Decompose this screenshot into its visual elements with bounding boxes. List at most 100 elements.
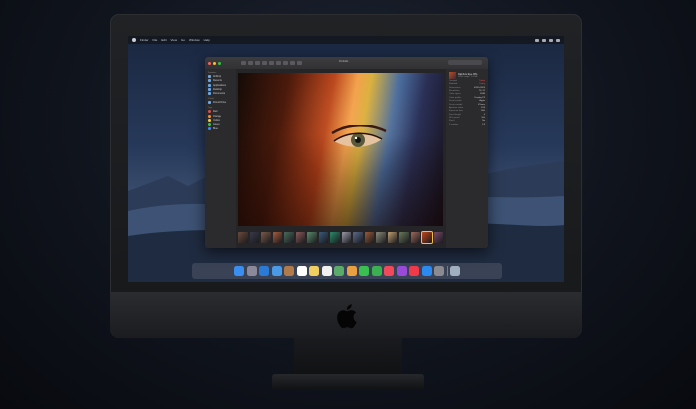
airdrop-icon bbox=[208, 75, 211, 79]
filmstrip-thumbnail[interactable] bbox=[387, 231, 397, 243]
reminders-icon[interactable] bbox=[321, 266, 332, 276]
share-button[interactable] bbox=[290, 61, 295, 65]
menu-view[interactable]: View bbox=[171, 38, 177, 42]
desktop-screen: Finder File Edit View Go Window Help Por… bbox=[128, 36, 564, 282]
apple-menu-icon[interactable] bbox=[132, 38, 136, 42]
filmstrip-thumbnail[interactable] bbox=[364, 231, 374, 243]
finder-icon[interactable] bbox=[234, 266, 244, 276]
filmstrip-thumbnail[interactable] bbox=[272, 231, 282, 243]
news-icon[interactable] bbox=[409, 266, 419, 276]
menu-window[interactable]: Window bbox=[189, 38, 200, 42]
forward-button[interactable] bbox=[248, 61, 253, 65]
group-button[interactable] bbox=[283, 61, 288, 65]
app-store-icon[interactable] bbox=[421, 266, 432, 276]
filmstrip-thumbnail[interactable] bbox=[295, 231, 305, 243]
filmstrip-thumbnail[interactable] bbox=[261, 231, 271, 243]
file-kind-size: JPEG image - 1.6 MB bbox=[458, 75, 478, 78]
metadata-key: Flash bbox=[449, 120, 455, 123]
metadata-row: Flash No bbox=[449, 120, 485, 123]
mail-icon[interactable] bbox=[271, 266, 282, 276]
filmstrip-thumbnail[interactable] bbox=[399, 231, 409, 243]
contacts-icon[interactable] bbox=[284, 266, 294, 276]
info-header: Rainbow Eye.JPG JPEG image - 1.6 MB bbox=[449, 72, 488, 79]
filmstrip-thumbnail[interactable] bbox=[410, 231, 420, 243]
menu-help[interactable]: Help bbox=[204, 38, 210, 42]
sidebar-header-icloud: iCloud bbox=[208, 97, 214, 100]
filmstrip-thumbnail[interactable] bbox=[433, 231, 443, 243]
view-columns-button[interactable] bbox=[269, 61, 274, 65]
back-button[interactable] bbox=[241, 61, 246, 65]
zoom-button[interactable] bbox=[218, 61, 221, 65]
menu-app-name[interactable]: Finder bbox=[140, 38, 149, 42]
safari-icon[interactable] bbox=[259, 266, 269, 276]
metadata-row: Created Today bbox=[449, 80, 485, 83]
recents-icon bbox=[208, 79, 211, 83]
tag-dot-icon bbox=[208, 110, 211, 114]
battery-icon[interactable] bbox=[542, 38, 546, 42]
metadata-row: Color profile Display P3 bbox=[449, 97, 485, 100]
gallery-preview-image[interactable] bbox=[238, 73, 443, 226]
sidebar-item-tag-orange[interactable]: Orange bbox=[208, 114, 236, 118]
notes-icon[interactable] bbox=[309, 266, 319, 276]
filmstrip-thumbnail[interactable] bbox=[318, 231, 328, 243]
view-gallery-button[interactable] bbox=[276, 61, 281, 65]
search-input[interactable] bbox=[448, 60, 482, 65]
wifi-icon[interactable] bbox=[535, 38, 539, 42]
status-items bbox=[535, 38, 560, 42]
sidebar-item-documents[interactable]: Documents bbox=[208, 91, 236, 95]
minimize-button[interactable] bbox=[213, 61, 216, 65]
view-icons-button[interactable] bbox=[255, 61, 260, 65]
filmstrip-thumbnail[interactable] bbox=[376, 231, 386, 243]
music-icon[interactable] bbox=[384, 266, 394, 276]
sidebar-item-desktop[interactable]: Desktop bbox=[208, 87, 236, 91]
filmstrip-thumbnail[interactable] bbox=[421, 230, 433, 244]
metadata-key: Dimensions bbox=[449, 86, 461, 89]
filmstrip-thumbnail[interactable] bbox=[238, 231, 248, 243]
sidebar-item-tag-blue[interactable]: Blue bbox=[208, 127, 236, 131]
spotlight-icon[interactable] bbox=[549, 38, 553, 42]
launchpad-icon[interactable] bbox=[246, 266, 257, 276]
tag-dot-icon bbox=[208, 118, 211, 122]
photos-icon[interactable] bbox=[346, 266, 357, 276]
sidebar-item-tag-green[interactable]: Green bbox=[208, 122, 236, 126]
menu-file[interactable]: File bbox=[153, 38, 158, 42]
window-titlebar[interactable]: Portraits bbox=[205, 57, 488, 69]
view-list-button[interactable] bbox=[262, 61, 267, 65]
trash-icon[interactable] bbox=[450, 266, 460, 276]
dock-separator bbox=[446, 266, 448, 276]
sidebar-item-icloud-drive[interactable]: iCloud Drive bbox=[208, 101, 236, 105]
desktop-icon bbox=[208, 87, 211, 91]
sidebar-item-applications[interactable]: Applications bbox=[208, 83, 236, 87]
tags-button[interactable] bbox=[297, 61, 302, 65]
maps-icon[interactable] bbox=[334, 266, 344, 276]
metadata-value: 100 bbox=[481, 117, 485, 120]
messages-icon[interactable] bbox=[359, 266, 369, 276]
filmstrip-thumbnail[interactable] bbox=[284, 231, 294, 243]
metadata-row: F number 1.8 bbox=[449, 124, 485, 127]
filmstrip-thumbnail[interactable] bbox=[341, 231, 351, 243]
filmstrip-thumbnail[interactable] bbox=[330, 231, 340, 243]
filmstrip-thumbnail[interactable] bbox=[307, 231, 317, 243]
metadata-row: Device model iPhone bbox=[449, 104, 485, 107]
menu-edit[interactable]: Edit bbox=[161, 38, 166, 42]
podcasts-icon[interactable] bbox=[396, 266, 407, 276]
facetime-icon[interactable] bbox=[371, 266, 382, 276]
sidebar-item-airdrop[interactable]: AirDrop bbox=[208, 75, 236, 79]
menu-go[interactable]: Go bbox=[181, 38, 185, 42]
file-thumbnail bbox=[449, 72, 456, 79]
filmstrip-thumbnail[interactable] bbox=[353, 231, 363, 243]
metadata-value: Today bbox=[479, 79, 485, 82]
tag-dot-icon bbox=[208, 127, 211, 131]
filmstrip-thumbnail[interactable] bbox=[249, 231, 259, 243]
sidebar-item-tag-yellow[interactable]: Yellow bbox=[208, 118, 236, 122]
control-center-icon[interactable] bbox=[556, 38, 560, 42]
close-button[interactable] bbox=[208, 61, 211, 65]
calendar-icon[interactable] bbox=[296, 266, 307, 276]
applications-icon bbox=[208, 83, 211, 87]
menu-bar: Finder File Edit View Go Window Help bbox=[128, 36, 564, 44]
sidebar-item-recents[interactable]: Recents bbox=[208, 79, 236, 83]
system-preferences-icon[interactable] bbox=[434, 266, 444, 276]
tag-dot-icon bbox=[208, 122, 211, 126]
sidebar-item-tag-red[interactable]: Red bbox=[208, 110, 236, 114]
window-title: Portraits bbox=[339, 60, 349, 63]
